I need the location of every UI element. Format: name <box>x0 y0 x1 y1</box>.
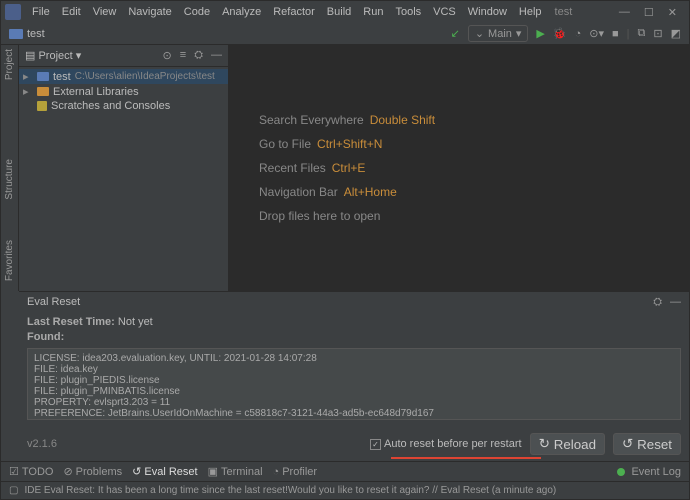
hint-search-everywhere: Search EverywhereDouble Shift <box>259 113 435 127</box>
menu-run[interactable]: Run <box>358 6 388 18</box>
tree-external-libs[interactable]: ▸ External Libraries <box>19 84 228 99</box>
run-config-dropdown[interactable]: ⌄ Main ▾ <box>468 25 529 42</box>
eval-version: v2.1.6 <box>27 438 57 450</box>
sidebar-tab-favorites[interactable]: Favorites <box>4 240 15 281</box>
found-item[interactable]: LICENSE: idea203.evaluation.key, UNTIL: … <box>32 353 676 364</box>
found-item[interactable]: PREFERENCE: jetbrains.user_id_on_machine… <box>32 419 676 420</box>
reload-button[interactable]: ↻Reload <box>530 433 605 455</box>
reset-icon: ↺ <box>622 436 633 452</box>
breadcrumb-project[interactable]: test <box>27 28 45 40</box>
profile-button[interactable]: ⊙▾ <box>589 27 604 40</box>
menu-build[interactable]: Build <box>322 6 356 18</box>
menu-edit[interactable]: Edit <box>57 6 86 18</box>
auto-reset-label: Auto reset before per restart <box>384 438 522 450</box>
expand-all-icon[interactable]: ≡ <box>180 49 186 62</box>
settings-icon[interactable]: ◩ <box>671 27 681 40</box>
run-config-name: Main <box>488 28 512 40</box>
status-text: IDE Eval Reset: It has been a long time … <box>24 485 556 496</box>
tab-eval-reset[interactable]: ↺ Eval Reset <box>132 465 197 478</box>
folder-icon <box>9 29 23 39</box>
menu-file[interactable]: File <box>27 6 55 18</box>
debug-button[interactable]: 🐞 <box>553 27 567 40</box>
folder-icon <box>37 72 49 81</box>
status-bar: ▢ IDE Eval Reset: It has been a long tim… <box>1 481 689 499</box>
menu-refactor[interactable]: Refactor <box>268 6 320 18</box>
tree-scratches-label: Scratches and Consoles <box>51 100 170 112</box>
vcs-icon[interactable]: ⧉ <box>638 27 646 40</box>
auto-reset-checkbox[interactable]: ✓ Auto reset before per restart <box>370 438 522 450</box>
tree-root-path: C:\Users\alien\IdeaProjects\test <box>75 71 215 82</box>
reload-icon: ↻ <box>539 436 550 452</box>
run-button[interactable]: ▶ <box>536 27 544 40</box>
sync-icon[interactable]: ↙ <box>451 27 460 40</box>
menu-view[interactable]: View <box>88 6 122 18</box>
breadcrumb: test ↙ ⌄ Main ▾ ▶ 🐞 ◔ ⊙▾ ■ | ⧉ ⊡ ◩ <box>1 23 689 45</box>
hide-eval-panel-icon[interactable]: — <box>670 296 681 309</box>
project-view-dropdown[interactable]: ▤ Project ▾ <box>25 49 81 62</box>
minimize-icon[interactable]: — <box>619 6 630 19</box>
project-tree[interactable]: ▸ test C:\Users\alien\IdeaProjects\test … <box>19 67 228 115</box>
found-item[interactable]: PROPERTY: evlsprt3.203 = 11 <box>32 397 676 408</box>
hint-go-to-file: Go to FileCtrl+Shift+N <box>259 137 382 151</box>
left-gutter: Project Structure Favorites <box>1 45 19 291</box>
hint-drop-files: Drop files here to open <box>259 209 380 223</box>
maximize-icon[interactable]: ☐ <box>644 6 654 19</box>
menu-help[interactable]: Help <box>514 6 547 18</box>
found-item[interactable]: PREFERENCE: JetBrains.UserIdOnMachine = … <box>32 408 676 419</box>
collapse-all-icon[interactable]: ⛭ <box>194 49 203 62</box>
found-item[interactable]: FILE: plugin_PIEDIS.license <box>32 375 676 386</box>
hide-panel-icon[interactable]: — <box>211 49 222 62</box>
eval-panel-title: Eval Reset <box>27 296 80 308</box>
tab-event-log[interactable]: Event Log <box>631 466 681 478</box>
chevron-down-icon: ⌄ <box>475 27 484 40</box>
scratches-icon <box>37 101 47 111</box>
highlight-underline <box>391 457 541 459</box>
select-opened-file-icon[interactable]: ⊙ <box>163 49 172 62</box>
checkbox-icon: ✓ <box>370 439 381 450</box>
sidebar-tab-structure[interactable]: Structure <box>4 159 15 200</box>
tree-external-label: External Libraries <box>53 86 139 98</box>
menu-window[interactable]: Window <box>463 6 512 18</box>
tree-root[interactable]: ▸ test C:\Users\alien\IdeaProjects\test <box>19 69 228 84</box>
hint-recent-files: Recent FilesCtrl+E <box>259 161 365 175</box>
stop-button[interactable]: ■ <box>612 28 619 40</box>
eval-reset-panel: Eval Reset ⛭ — Last Reset Time: Not yet … <box>19 291 689 461</box>
tab-problems[interactable]: ⊘ Problems <box>63 465 122 478</box>
status-hide-icon[interactable]: ▢ <box>9 485 18 496</box>
found-item[interactable]: FILE: plugin_PMINBATIS.license <box>32 386 676 397</box>
sidebar-tab-project[interactable]: Project <box>4 49 15 80</box>
last-reset-value: Not yet <box>118 316 153 328</box>
tab-profiler[interactable]: ◔ Profiler <box>273 466 318 478</box>
found-label: Found: <box>27 331 681 343</box>
hint-nav-bar: Navigation BarAlt+Home <box>259 185 397 199</box>
menu-analyze[interactable]: Analyze <box>217 6 266 18</box>
tree-scratches[interactable]: Scratches and Consoles <box>19 99 228 113</box>
last-reset-label: Last Reset Time: <box>27 316 115 328</box>
event-indicator-icon <box>617 468 625 476</box>
coverage-button[interactable]: ◔ <box>575 28 582 40</box>
reset-button[interactable]: ↺Reset <box>613 433 681 455</box>
menu-tools[interactable]: Tools <box>390 6 426 18</box>
project-tool-window: ▤ Project ▾ ⊙ ≡ ⛭ — ▸ test C:\Users\alie… <box>19 45 229 291</box>
close-icon[interactable]: ✕ <box>668 6 677 19</box>
title-project: test <box>555 6 573 18</box>
libraries-icon <box>37 87 49 96</box>
tab-terminal[interactable]: ▣ Terminal <box>208 465 263 478</box>
menu-vcs[interactable]: VCS <box>428 6 461 18</box>
app-logo-icon <box>5 4 21 20</box>
menubar: File Edit View Navigate Code Analyze Ref… <box>1 1 689 23</box>
tab-todo[interactable]: ☑ TODO <box>9 465 53 478</box>
menu-code[interactable]: Code <box>179 6 215 18</box>
found-item[interactable]: FILE: idea.key <box>32 364 676 375</box>
search-icon[interactable]: ⊡ <box>653 27 662 40</box>
gear-icon[interactable]: ⛭ <box>653 296 662 309</box>
found-list[interactable]: LICENSE: idea203.evaluation.key, UNTIL: … <box>27 348 681 420</box>
bottom-toolbar: ☑ TODO ⊘ Problems ↺ Eval Reset ▣ Termina… <box>1 461 689 481</box>
menu-navigate[interactable]: Navigate <box>123 6 176 18</box>
tree-root-label: test <box>53 71 71 83</box>
editor-empty-area[interactable]: Search EverywhereDouble Shift Go to File… <box>229 45 689 291</box>
